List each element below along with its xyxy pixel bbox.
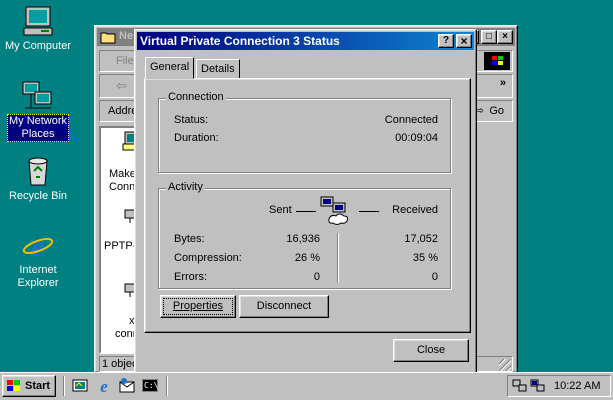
properties-button[interactable]: Properties <box>160 295 236 318</box>
address-label: Addre <box>108 105 138 117</box>
file-item-label[interactable]: Make <box>109 168 136 180</box>
disconnect-button[interactable]: Disconnect <box>239 295 329 318</box>
go-button[interactable]: Go <box>489 105 504 117</box>
desktop-icon-internet-explorer[interactable]: e Internet Explorer <box>0 228 76 290</box>
divider <box>296 211 316 212</box>
compression-sent-value: 26 % <box>294 252 320 264</box>
svg-text:e: e <box>31 230 44 262</box>
errors-label: Errors: <box>174 271 207 283</box>
compression-label: Compression: <box>174 252 242 264</box>
sent-label: Sent <box>269 204 292 216</box>
file-item-label[interactable]: PPTP- <box>104 240 136 252</box>
desktop-icon-recycle-bin[interactable]: Recycle Bin <box>0 154 76 203</box>
divider <box>337 233 339 283</box>
desktop-icon-my-computer[interactable]: My Computer <box>0 4 76 53</box>
internet-explorer-icon: e <box>22 230 54 262</box>
computer-icon <box>23 6 53 36</box>
properties-button-label: Properties <box>172 300 224 312</box>
desktop-icon-label: My Computer <box>4 40 72 52</box>
bytes-received-value: 17,052 <box>404 233 438 245</box>
divider <box>166 376 168 396</box>
disconnect-button-label: Disconnect <box>256 300 312 312</box>
activity-group: Activity Sent Received Bytes: 16,936 17,… <box>158 181 451 289</box>
menu-item-file[interactable]: File <box>116 55 134 67</box>
tab-general[interactable]: General <box>145 57 195 79</box>
resize-grip-icon[interactable] <box>499 359 511 371</box>
command-prompt-icon[interactable]: C:\ <box>142 379 158 392</box>
desktop-icon-label: Recycle Bin <box>8 190 68 202</box>
divider <box>359 211 379 212</box>
toolbar-chevron[interactable]: » <box>500 77 506 89</box>
connection-group-label: Connection <box>166 91 226 103</box>
close-dialog-button-label: Close <box>416 344 446 356</box>
background-window-title: Ne <box>119 30 134 42</box>
desktop-icon-label: Internet Explorer <box>17 264 59 289</box>
dialog-title: Virtual Private Connection 3 Status <box>140 34 340 48</box>
tab-details[interactable]: Details <box>196 59 240 79</box>
outlook-express-icon[interactable] <box>118 377 136 395</box>
windows-logo-icon <box>7 380 21 392</box>
compression-received-value: 35 % <box>412 252 438 264</box>
internet-explorer-icon[interactable]: e <box>95 377 113 395</box>
clock[interactable]: 10:22 AM <box>554 380 600 392</box>
network-connection-icon[interactable] <box>512 379 528 393</box>
dialog-titlebar[interactable]: Virtual Private Connection 3 Status ? × <box>137 32 474 50</box>
folder-view[interactable]: Make Conn PPTP- x conn <box>99 126 139 354</box>
errors-received-value: 0 <box>431 271 438 283</box>
start-button[interactable]: Start <box>2 375 56 397</box>
status-label: Status: <box>174 114 209 126</box>
folder-icon <box>100 32 116 44</box>
start-label: Start <box>25 380 51 392</box>
status-text: 1 objec <box>102 358 138 370</box>
recycle-bin-icon <box>28 157 48 186</box>
maximize-button[interactable]: □ <box>481 30 497 44</box>
close-dialog-button[interactable]: Close <box>393 339 469 362</box>
received-label: Received <box>392 204 438 216</box>
windows-logo-icon <box>484 52 510 70</box>
network-places-icon <box>22 81 52 109</box>
duration-label: Duration: <box>174 132 219 144</box>
desktop-icon-label: My Network Places <box>6 114 70 142</box>
system-tray: 10:22 AM <box>507 375 611 397</box>
bytes-label: Bytes: <box>174 233 205 245</box>
svg-text:e: e <box>100 377 108 395</box>
desktop-quicklaunch-icon[interactable] <box>72 378 88 394</box>
vpn-status-dialog[interactable]: Virtual Private Connection 3 Status ? × … <box>134 29 477 374</box>
dialog-close-button[interactable]: × <box>456 34 472 48</box>
bytes-sent-value: 16,936 <box>286 233 320 245</box>
close-button[interactable]: × <box>497 30 513 44</box>
duration-value: 00:09:04 <box>395 132 438 144</box>
network-activity-icon <box>320 196 349 225</box>
desktop-icon-my-network-places[interactable]: My Network Places <box>0 78 76 142</box>
back-arrow-icon[interactable]: ⇦ <box>116 78 127 94</box>
vpn-connection-icon[interactable] <box>530 379 546 393</box>
help-button[interactable]: ? <box>438 34 454 48</box>
activity-group-label: Activity <box>166 181 205 193</box>
errors-sent-value: 0 <box>313 271 320 283</box>
taskbar: Start e C:\ 10:22 AM <box>0 372 613 400</box>
general-tab-panel: Connection Status: Connected Duration: 0… <box>144 78 471 333</box>
divider <box>63 376 65 396</box>
connection-group: Connection Status: Connected Duration: 0… <box>158 91 451 173</box>
file-item-label[interactable]: Conn <box>109 181 135 193</box>
status-value: Connected <box>384 114 438 126</box>
